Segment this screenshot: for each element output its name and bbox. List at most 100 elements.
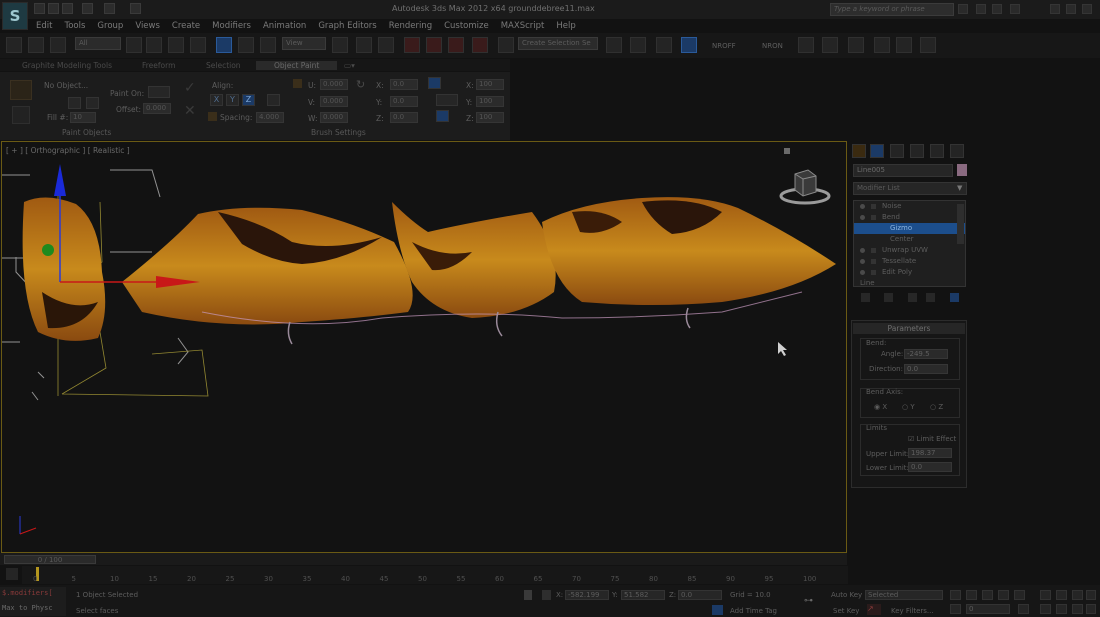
percent-snap-icon[interactable] — [448, 37, 464, 53]
display-tab-icon[interactable] — [930, 144, 944, 158]
hierarchy-tab-icon[interactable] — [890, 144, 904, 158]
layer-manager-icon[interactable] — [656, 37, 672, 53]
brush-settings-group-label[interactable]: Brush Settings — [311, 128, 366, 137]
window-crossing-icon[interactable] — [190, 37, 206, 53]
direction-input[interactable]: 0.0 — [904, 364, 948, 374]
set-key-button[interactable]: Set Key — [833, 607, 859, 615]
current-frame-input[interactable]: 0 — [966, 604, 1010, 614]
lock-selection-icon[interactable] — [524, 590, 532, 600]
y-coordinate-input[interactable]: 51.582 — [621, 590, 665, 600]
stack-item-line[interactable]: Line — [854, 278, 965, 286]
configure-sets-icon[interactable] — [950, 293, 959, 302]
curve-editor-icon[interactable] — [798, 37, 814, 53]
timeline-toggle-icon[interactable] — [6, 568, 18, 580]
schematic-view-icon[interactable] — [822, 37, 838, 53]
menu-customize[interactable]: Customize — [438, 19, 495, 33]
rotate-icon[interactable] — [238, 37, 254, 53]
viewport-corner-icon[interactable] — [784, 148, 790, 154]
w-input[interactable]: 0.000 — [320, 112, 348, 123]
binoculars-icon[interactable] — [958, 4, 968, 14]
zoom-icon[interactable] — [1040, 590, 1051, 600]
bind-space-warp-icon[interactable] — [50, 37, 66, 53]
v-input[interactable]: 0.000 — [320, 96, 348, 107]
ribbon-options-icon[interactable]: ▭▾ — [344, 61, 355, 70]
flip-axis-icon[interactable] — [267, 94, 280, 106]
make-unique-icon[interactable] — [908, 293, 917, 302]
object-pick-icon[interactable] — [86, 97, 99, 109]
maxscript-line-2[interactable]: Max to Physc — [2, 604, 53, 612]
spacing-input[interactable]: 4.000 — [256, 112, 284, 123]
snaps-toggle-icon[interactable] — [404, 37, 420, 53]
unlink-icon[interactable] — [28, 37, 44, 53]
rendered-frame-icon[interactable] — [896, 37, 912, 53]
edit-named-selection-icon[interactable] — [498, 37, 514, 53]
modify-tab-icon[interactable] — [870, 144, 884, 158]
move-icon[interactable] — [216, 37, 232, 53]
time-slider[interactable]: 0 / 100 — [4, 555, 96, 564]
rot-z-input[interactable]: 0.0 — [390, 112, 418, 123]
nron-label[interactable]: NRON — [762, 42, 783, 50]
rectangular-selection-icon[interactable] — [168, 37, 184, 53]
search-input[interactable]: Type a keyword or phrase — [830, 3, 954, 16]
reference-coordinate-dropdown[interactable]: View — [282, 37, 326, 50]
eye-icon[interactable] — [860, 259, 865, 264]
menu-create[interactable]: Create — [166, 19, 206, 33]
menu-views[interactable]: Views — [129, 19, 166, 33]
maxscript-line-1[interactable]: $.modifiers[ — [2, 589, 53, 597]
redo-icon[interactable] — [104, 3, 115, 14]
no-object-dropdown[interactable]: No Object... — [44, 81, 88, 90]
scale-z-input[interactable]: 100 — [476, 112, 504, 123]
save-file-icon[interactable] — [62, 3, 73, 14]
tab-selection[interactable]: Selection — [206, 61, 241, 70]
axis-y-radio[interactable]: ○ Y — [902, 403, 915, 411]
time-slider-track[interactable] — [0, 553, 847, 565]
mirror-icon[interactable] — [606, 37, 622, 53]
uniform-scale-icon[interactable] — [436, 110, 449, 122]
eye-icon[interactable] — [860, 270, 865, 275]
show-end-result-icon[interactable] — [884, 293, 893, 302]
viewcube[interactable] — [778, 166, 832, 206]
tab-object-paint[interactable]: Object Paint — [256, 61, 338, 70]
object-color-swatch[interactable] — [957, 164, 967, 176]
offset-input[interactable]: 0.000 — [143, 103, 171, 114]
open-file-icon[interactable] — [48, 3, 59, 14]
minimize-icon[interactable] — [1050, 4, 1060, 14]
maximize-icon[interactable] — [1066, 4, 1076, 14]
select-by-name-icon[interactable] — [146, 37, 162, 53]
project-folder-icon[interactable] — [130, 3, 141, 14]
keyboard-shortcut-icon[interactable] — [378, 37, 394, 53]
menu-maxscript[interactable]: MAXScript — [495, 19, 551, 33]
menu-help[interactable]: Help — [550, 19, 581, 33]
nroff-label[interactable]: NROFF — [712, 42, 736, 50]
edit-object-list-icon[interactable] — [68, 97, 81, 109]
angle-input[interactable]: -249.5 — [904, 349, 948, 359]
previous-frame-icon[interactable] — [966, 590, 977, 600]
field-of-view-icon[interactable] — [1040, 604, 1051, 614]
paint-on-dropdown[interactable] — [148, 86, 170, 98]
orbit-icon[interactable] — [1072, 604, 1083, 614]
time-tag-icon[interactable] — [712, 605, 723, 615]
align-x-button[interactable]: X — [210, 94, 223, 106]
angle-snap-icon[interactable] — [426, 37, 442, 53]
key-mode-toggle-icon[interactable] — [950, 604, 961, 614]
x-coordinate-input[interactable]: -582.199 — [565, 590, 609, 600]
key-icon[interactable]: ⊶ — [804, 596, 820, 606]
absolute-mode-icon[interactable] — [542, 590, 551, 600]
tab-freeform[interactable]: Freeform — [142, 61, 175, 70]
key-filters-button[interactable]: Key Filters... — [891, 607, 934, 615]
menu-group[interactable]: Group — [91, 19, 129, 33]
communication-icon[interactable] — [976, 4, 986, 14]
motion-tab-icon[interactable] — [910, 144, 924, 158]
app-logo-icon[interactable]: S — [2, 2, 28, 30]
utilities-tab-icon[interactable] — [950, 144, 964, 158]
play-icon[interactable] — [982, 590, 993, 600]
select-object-icon[interactable] — [126, 37, 142, 53]
scale-mode-dropdown[interactable] — [436, 94, 458, 106]
scale-brush-icon[interactable] — [428, 77, 441, 89]
lower-limit-input[interactable]: 0.0 — [908, 462, 952, 472]
select-manipulate-icon[interactable] — [356, 37, 372, 53]
confirm-check-icon[interactable]: ✓ — [184, 80, 200, 96]
render-production-icon[interactable] — [920, 37, 936, 53]
spinner-snap-icon[interactable] — [472, 37, 488, 53]
auto-key-button[interactable]: Auto Key — [831, 591, 862, 599]
